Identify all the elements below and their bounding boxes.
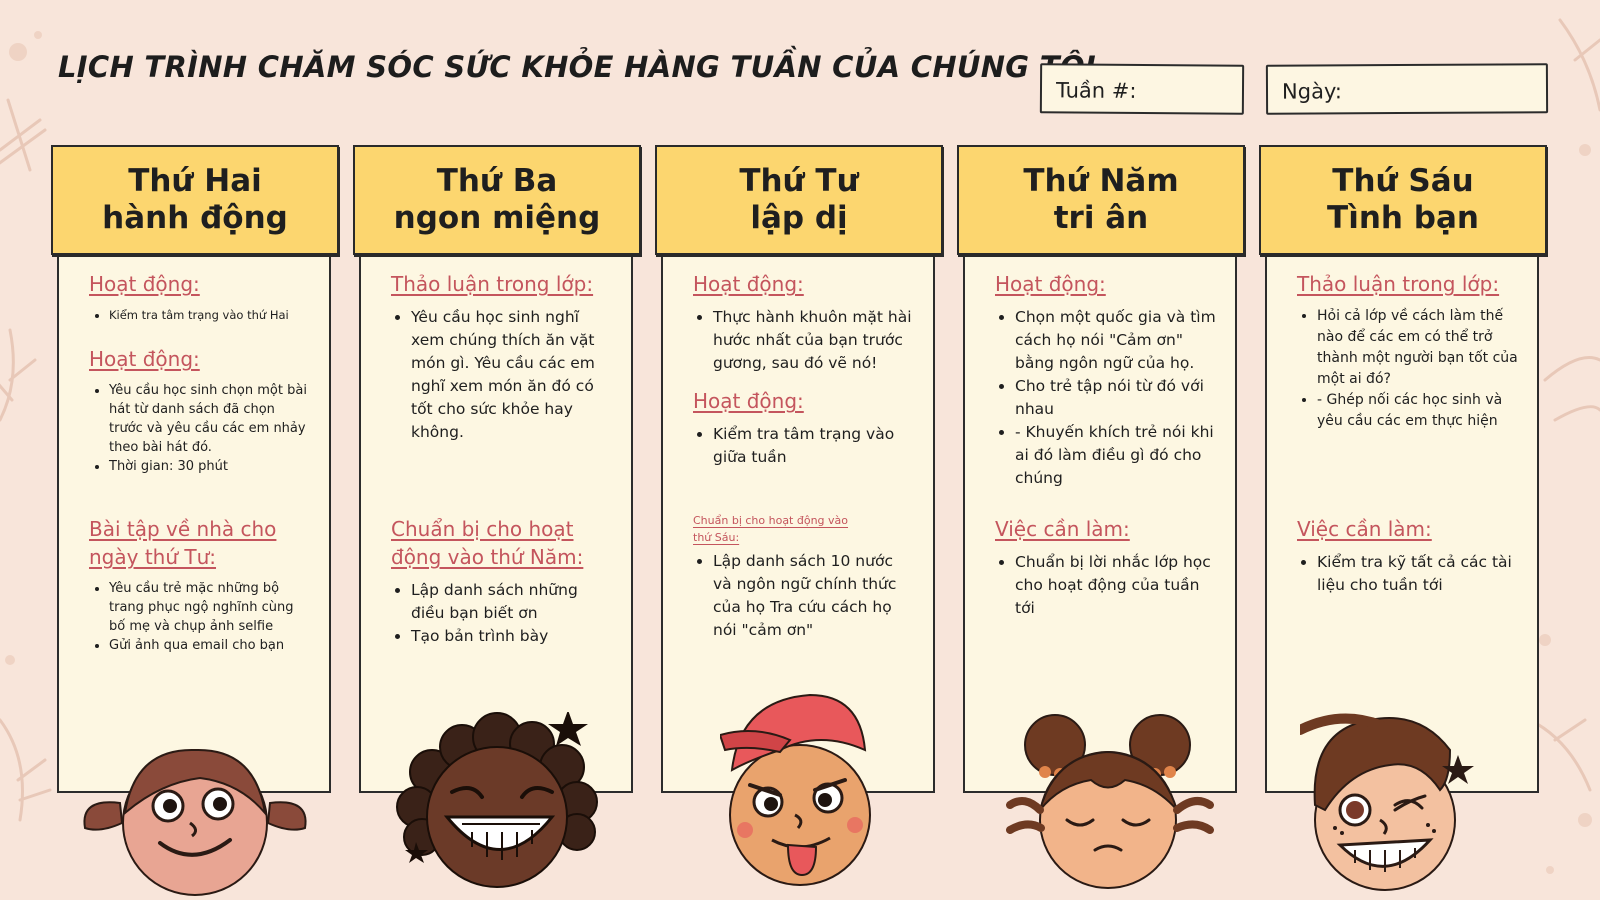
date-field[interactable]: Ngày: (1265, 63, 1549, 115)
section-heading: Thảo luận trong lớp: (391, 272, 594, 296)
day-header: Thứ Tư lập dị (655, 145, 943, 255)
activity-section: Hoạt động: Thực hành khuôn mặt hài hước … (693, 270, 915, 375)
day-header: Thứ Sáu Tình bạn (1259, 145, 1547, 255)
winking-boy-face-illustration (1300, 713, 1474, 891)
day-name: Thứ Năm (1023, 163, 1179, 199)
day-name: Thứ Hai (128, 163, 262, 199)
section-heading: Chuẩn bị cho hoạt động vào thứ Năm: (391, 517, 584, 569)
list-item: Lập danh sách những điều bạn biết ơn (411, 579, 613, 625)
section-heading: Hoạt động: (995, 272, 1106, 296)
day-name: Thứ Tư (739, 163, 859, 199)
discussion-section: Thảo luận trong lớp: Yêu cầu học sinh ng… (391, 270, 613, 444)
section-heading: Hoạt động: (89, 272, 200, 296)
day-header: Thứ Năm tri ân (957, 145, 1245, 255)
day-theme: tri ân (1053, 200, 1149, 236)
section-heading: Việc cần làm: (1297, 517, 1432, 541)
cap-boy-face-illustration (720, 693, 871, 886)
day-theme: lập dị (750, 200, 848, 236)
week-number-field[interactable]: Tuần #: (1039, 63, 1245, 115)
day-header: Thứ Hai hành động (51, 145, 339, 255)
day-column-thursday: Thứ Năm tri ân Hoạt động: Chọn một quốc … (957, 145, 1245, 805)
list-item: Lập danh sách 10 nước và ngôn ngữ chính … (713, 550, 915, 642)
section-heading: Việc cần làm: (995, 517, 1130, 541)
homework-section: Bài tập về nhà cho ngày thứ Tư: Yêu cầu … (89, 515, 311, 655)
section-heading: Hoạt động: (89, 347, 200, 371)
list-item: Gửi ảnh qua email cho bạn (109, 636, 311, 655)
day-name: Thứ Sáu (1332, 163, 1474, 199)
activity-section: Hoạt động: Yêu cầu học sinh chọn một bài… (89, 345, 311, 476)
day-header: Thứ Ba ngon miệng (353, 145, 641, 255)
list-item: - Khuyến khích trẻ nói khi ai đó làm điề… (1015, 421, 1217, 490)
day-theme: Tình bạn (1327, 200, 1479, 236)
todo-section: Việc cần làm: Chuẩn bị lời nhắc lớp học … (995, 515, 1217, 620)
todo-section: Việc cần làm: Kiểm tra kỹ tất cả các tài… (1297, 515, 1519, 597)
section-heading: Hoạt động: (693, 389, 804, 413)
page-title: LỊCH TRÌNH CHĂM SÓC SỨC KHỎE HÀNG TUẦN C… (58, 50, 1096, 84)
prep-section: Chuẩn bị cho hoạt động vào thứ Năm: Lập … (391, 515, 613, 648)
day-name: Thứ Ba (436, 163, 558, 199)
list-item: Tạo bản trình bày (411, 625, 613, 648)
activity-section: Hoạt động: Chọn một quốc gia và tìm cách… (995, 270, 1217, 490)
day-theme: ngon miệng (393, 200, 601, 236)
day-column-tuesday: Thứ Ba ngon miệng Thảo luận trong lớp: Y… (353, 145, 641, 805)
section-heading: Bài tập về nhà cho ngày thứ Tư: (89, 517, 277, 569)
list-item: Chuẩn bị lời nhắc lớp học cho hoạt động … (1015, 551, 1217, 620)
list-item: Hỏi cả lớp về cách làm thế nào để các em… (1317, 306, 1519, 390)
list-item: Thời gian: 30 phút (109, 457, 311, 476)
section-heading: Hoạt động: (693, 272, 804, 296)
section-heading: Thảo luận trong lớp: (1297, 272, 1500, 296)
list-item: Kiểm tra tâm trạng vào giữa tuần (713, 423, 915, 469)
list-item: Yêu cầu học sinh nghĩ xem chúng thích ăn… (411, 306, 613, 444)
day-theme: hành động (102, 200, 288, 236)
list-item: Chọn một quốc gia và tìm cách họ nói "Cả… (1015, 306, 1217, 375)
girl-pigtails-face-illustration (83, 748, 307, 896)
discussion-section: Thảo luận trong lớp: Hỏi cả lớp về cách … (1297, 270, 1519, 432)
prep-section: Chuẩn bị cho hoạt động vào thứ Sáu: Lập … (693, 512, 915, 642)
list-item: Kiểm tra kỹ tất cả các tài liệu cho tuần… (1317, 551, 1519, 597)
activity-section: Hoạt động: Kiểm tra tâm trạng vào giữa t… (693, 387, 915, 469)
list-item: Cho trẻ tập nói từ đó với nhau (1015, 375, 1217, 421)
list-item: - Ghép nối các học sinh và yêu cầu các e… (1317, 390, 1519, 432)
list-item: Kiểm tra tâm trạng vào thứ Hai (109, 306, 311, 325)
activity-section: Hoạt động: Kiểm tra tâm trạng vào thứ Ha… (89, 270, 311, 325)
day-column-monday: Thứ Hai hành động Hoạt động: Kiểm tra tâ… (51, 145, 339, 805)
list-item: Thực hành khuôn mặt hài hước nhất của bạ… (713, 306, 915, 375)
section-heading: Chuẩn bị cho hoạt động vào thứ Sáu: (693, 514, 849, 544)
list-item: Yêu cầu học sinh chọn một bài hát từ dan… (109, 381, 311, 457)
curly-hair-face-illustration (396, 712, 598, 888)
buns-girl-face-illustration (1006, 714, 1214, 889)
list-item: Yêu cầu trẻ mặc những bộ trang phục ngộ … (109, 579, 311, 636)
